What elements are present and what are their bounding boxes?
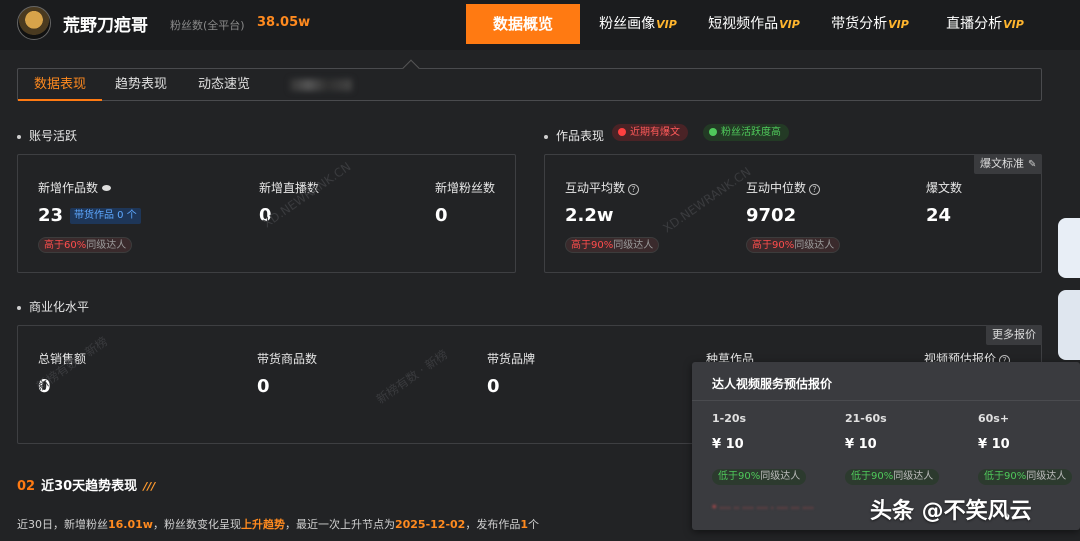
compare-badge: 高于60%同级达人 xyxy=(38,237,133,253)
metric-value: 0 xyxy=(487,376,500,397)
compare-badge: 低于90%同级达人 xyxy=(712,469,807,485)
section-works-performance: 作品表现 xyxy=(544,127,604,144)
duration-range: 1-20s xyxy=(712,412,747,425)
vip-badge: VIP xyxy=(656,18,677,31)
sub-nav: 数据表现 趋势表现 动态速览 xyxy=(17,68,1042,101)
metric-value: 0 xyxy=(435,205,448,226)
fans-value: 38.05w xyxy=(257,15,311,30)
hot-post-badge: 近期有爆文 xyxy=(612,124,688,141)
hot-standard-button[interactable]: 爆文标准 ✎ xyxy=(974,154,1043,174)
metric-label: 新增粉丝数 xyxy=(435,181,496,195)
price: ¥ 10 xyxy=(712,437,744,452)
subtab-dynamics[interactable]: 动态速览 xyxy=(198,69,250,100)
more-quotes-button[interactable]: 更多报价 xyxy=(986,325,1042,345)
metric-value: 2.2w xyxy=(565,205,614,226)
tab-live-analysis[interactable]: 直播分析VIP xyxy=(937,4,1033,44)
fire-icon xyxy=(618,128,626,136)
metric-value: 9702 xyxy=(746,205,797,226)
duration-range: 21-60s xyxy=(845,412,887,425)
price: ¥ 10 xyxy=(845,437,877,452)
metric-label: 带货品牌 xyxy=(487,352,536,366)
trend-description: 近30日，新增粉丝16.01w，粉丝数变化呈现上升趋势，最近一次上升节点为202… xyxy=(17,518,539,531)
eye-icon[interactable] xyxy=(102,185,112,191)
help-icon[interactable]: ? xyxy=(809,184,821,195)
avatar[interactable] xyxy=(17,6,51,40)
price: ¥ 10 xyxy=(978,437,1010,452)
metric-value: 0 xyxy=(257,376,270,397)
tab-fans-profile[interactable]: 粉丝画像VIP xyxy=(590,4,686,44)
works-performance-card: 互动平均数? 2.2w 高于90%同级达人 互动中位数? 9702 高于90%同… xyxy=(544,154,1042,273)
compare-badge: 高于90%同级达人 xyxy=(565,237,660,253)
metric-value: 23 xyxy=(38,205,64,226)
popup-title: 达人视频服务预估报价 xyxy=(712,377,833,391)
section-account-activity: 账号活跃 xyxy=(17,127,77,144)
vip-badge: VIP xyxy=(888,18,909,31)
popup-footnote: * ···· ·· ···· ···· · ···· ··· ···· xyxy=(712,504,814,514)
fans-label: 粉丝数(全平台) xyxy=(170,19,245,32)
top-bar: 荒野刀疤哥 粉丝数(全平台) 38.05w 数据概览 粉丝画像VIP 短视频作品… xyxy=(0,0,1080,50)
help-icon[interactable]: ? xyxy=(628,184,640,195)
subtab-performance[interactable]: 数据表现 xyxy=(17,69,103,101)
side-float-widget[interactable] xyxy=(1058,218,1080,278)
bullet-icon xyxy=(17,305,21,310)
compare-badge: 高于90%同级达人 xyxy=(746,237,841,253)
vip-badge: VIP xyxy=(1003,18,1024,31)
tab-data-overview[interactable]: 数据概览 xyxy=(466,4,580,44)
compare-badge: 低于90%同级达人 xyxy=(845,469,940,485)
compare-badge: 低于90%同级达人 xyxy=(978,469,1073,485)
metric-label: 爆文数 xyxy=(926,181,963,195)
blurred-subtab xyxy=(290,79,352,91)
bullet-icon xyxy=(544,134,548,139)
trend-section-title: 02 近30天趋势表现/// xyxy=(17,479,156,494)
duration-range: 60s+ xyxy=(978,412,1010,425)
bullet-icon xyxy=(17,134,21,139)
metric-label: 互动中位数? xyxy=(746,179,821,196)
metric-label: 互动平均数? xyxy=(565,179,640,196)
subtab-trend[interactable]: 趋势表现 xyxy=(115,69,167,100)
fan-active-badge: 粉丝活跃度高 xyxy=(703,124,789,141)
user-icon xyxy=(709,128,717,136)
section-commerce: 商业化水平 xyxy=(17,298,89,315)
tab-short-videos[interactable]: 短视频作品VIP xyxy=(700,4,808,44)
decor-slash-icon: /// xyxy=(143,480,156,493)
divider xyxy=(692,400,1080,401)
edit-icon: ✎ xyxy=(1028,159,1037,170)
tab-sales-analysis[interactable]: 带货分析VIP xyxy=(822,4,918,44)
sales-works-tag[interactable]: 带货作品 0 个 xyxy=(70,208,141,224)
metric-value: 24 xyxy=(926,205,952,226)
side-float-widget[interactable] xyxy=(1058,290,1080,360)
metric-label: 新增作品数 xyxy=(38,179,112,196)
vip-badge: VIP xyxy=(779,18,800,31)
metric-label: 带货商品数 xyxy=(257,352,318,366)
brand-watermark: 头条 @不笑风云 xyxy=(870,499,1032,524)
account-name: 荒野刀疤哥 xyxy=(63,16,148,36)
